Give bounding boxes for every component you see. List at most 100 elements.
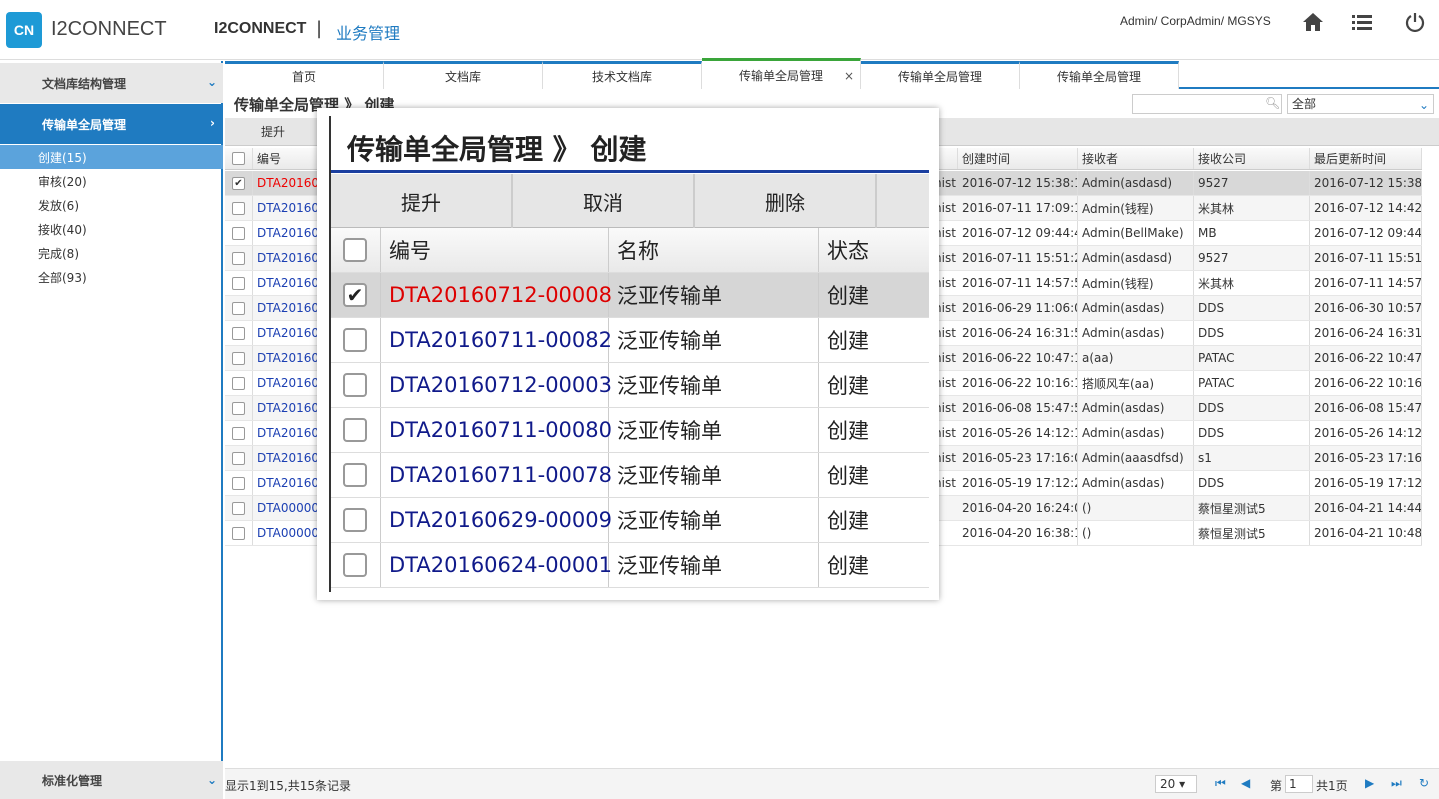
checkbox[interactable] xyxy=(343,508,367,532)
tab-doclib[interactable]: 文档库 xyxy=(384,61,543,89)
home-icon[interactable] xyxy=(1301,10,1325,34)
transfer-id-link[interactable]: DTA20160711-00082 xyxy=(381,318,612,362)
checkbox[interactable] xyxy=(232,401,245,415)
checkbox[interactable] xyxy=(343,238,367,262)
search-input[interactable] xyxy=(1132,94,1282,114)
column-header-company[interactable]: 接收公司 xyxy=(1194,148,1310,169)
sidebar-item-issue[interactable]: 发放(6) xyxy=(0,193,223,217)
brand-separator: | xyxy=(316,18,323,39)
checkbox[interactable] xyxy=(232,376,245,390)
page-number-input[interactable]: 1 xyxy=(1285,775,1313,793)
checkbox[interactable] xyxy=(232,501,245,515)
checkbox[interactable] xyxy=(232,251,245,265)
receiver: Admin(asdas) xyxy=(1078,421,1194,445)
status-filter-select[interactable]: 全部 ⌄ xyxy=(1287,94,1434,114)
checkbox[interactable] xyxy=(232,301,245,315)
sidebar-item-create[interactable]: 创建(15) xyxy=(0,145,223,169)
chevron-right-icon: › xyxy=(210,116,215,130)
sidebar-group-standard[interactable]: 标准化管理 ⌄ xyxy=(0,761,223,799)
updated-time: 2016-06-24 16:31:5 xyxy=(1310,321,1422,345)
first-page-icon[interactable]: ⏮ xyxy=(1215,776,1226,791)
transfer-name: 泛亚传输单 xyxy=(609,453,819,497)
checkbox[interactable] xyxy=(232,326,245,340)
transfer-id-link[interactable]: DTA20160712-00008 xyxy=(381,273,612,317)
chevron-down-icon: ⌄ xyxy=(1418,98,1429,112)
created-time: 2016-05-26 14:12:1 xyxy=(958,421,1078,445)
table-row[interactable]: DTA20160629-00009 泛亚传输单 创建 xyxy=(331,498,929,543)
column-header-status[interactable]: 状态 xyxy=(819,228,929,272)
module-title[interactable]: 业务管理 xyxy=(336,20,400,44)
sidebar-item-complete[interactable]: 完成(8) xyxy=(0,241,223,265)
checkbox[interactable] xyxy=(343,373,367,397)
table-row[interactable]: DTA20160711-00078 泛亚传输单 创建 xyxy=(331,453,929,498)
checkbox[interactable] xyxy=(343,328,367,352)
promote-button[interactable]: 提升 xyxy=(331,174,513,228)
prev-page-icon[interactable]: ◀ xyxy=(1241,776,1250,790)
table-row[interactable]: ✔ DTA20160712-00008 泛亚传输单 创建 xyxy=(331,273,929,318)
tab-transfer-2[interactable]: 传输单全局管理 xyxy=(861,61,1020,89)
delete-button[interactable]: 删除 xyxy=(695,174,877,228)
list-icon[interactable] xyxy=(1350,10,1374,34)
row-checkbox-cell xyxy=(331,363,381,407)
sidebar-group-doclib[interactable]: 文档库结构管理 ⌄ xyxy=(0,63,223,103)
checkbox[interactable] xyxy=(232,201,245,215)
sidebar-item-all[interactable]: 全部(93) xyxy=(0,265,223,289)
transfer-id-link[interactable]: DTA20160711-00080 xyxy=(381,408,612,452)
transfer-name: 泛亚传输单 xyxy=(609,363,819,407)
row-checkbox-cell xyxy=(225,371,253,395)
zoom-grid-header: 编号 名称 状态 xyxy=(331,228,929,273)
checkbox[interactable]: ✔ xyxy=(232,176,245,190)
receiver-company: 9527 xyxy=(1194,246,1310,270)
promote-button[interactable]: 提升 xyxy=(261,123,285,140)
checkbox[interactable] xyxy=(232,451,245,465)
row-checkbox-cell xyxy=(225,496,253,520)
checkbox[interactable] xyxy=(232,276,245,290)
column-header-id[interactable]: 编号 xyxy=(381,228,609,272)
checkbox[interactable]: ✔ xyxy=(343,283,367,307)
tab-home[interactable]: 首页 xyxy=(225,61,384,89)
receiver-company: DDS xyxy=(1194,296,1310,320)
column-header-created[interactable]: 创建时间 xyxy=(958,148,1078,169)
sidebar-group-label: 标准化管理 xyxy=(42,773,103,788)
power-icon[interactable] xyxy=(1403,10,1427,34)
row-checkbox-cell xyxy=(225,471,253,495)
checkbox[interactable] xyxy=(232,351,245,365)
checkbox[interactable] xyxy=(232,426,245,440)
search-icon[interactable]: 🔍︎ xyxy=(1265,96,1280,110)
row-checkbox-cell xyxy=(225,321,253,345)
sidebar-item-receive[interactable]: 接收(40) xyxy=(0,217,223,241)
checkbox[interactable] xyxy=(232,152,245,165)
last-page-icon[interactable]: ⏭ xyxy=(1391,776,1402,791)
column-header-updated[interactable]: 最后更新时间 xyxy=(1310,148,1422,169)
tab-transfer-active[interactable]: 传输单全局管理 × xyxy=(702,58,861,89)
sidebar-group-transfer[interactable]: 传输单全局管理 › xyxy=(0,104,223,144)
column-header-receiver[interactable]: 接收者 xyxy=(1078,148,1194,169)
checkbox[interactable] xyxy=(232,476,245,490)
column-header-name[interactable]: 名称 xyxy=(609,228,819,272)
table-row[interactable]: DTA20160711-00080 泛亚传输单 创建 xyxy=(331,408,929,453)
checkbox[interactable] xyxy=(232,226,245,240)
checkbox[interactable] xyxy=(343,418,367,442)
table-row[interactable]: DTA20160711-00082 泛亚传输单 创建 xyxy=(331,318,929,363)
transfer-id-link[interactable]: DTA20160629-00009 xyxy=(381,498,612,542)
checkbox[interactable] xyxy=(343,553,367,577)
tab-techdoc[interactable]: 技术文档库 xyxy=(543,61,702,89)
cancel-button[interactable]: 取消 xyxy=(513,174,695,228)
transfer-id-link[interactable]: DTA20160624-00001 xyxy=(381,543,612,587)
next-page-icon[interactable]: ▶ xyxy=(1365,776,1374,790)
close-icon[interactable]: × xyxy=(844,69,854,83)
transfer-id-link[interactable]: DTA20160711-00078 xyxy=(381,453,612,497)
page-size-select[interactable]: 20 ▾ xyxy=(1155,775,1197,793)
table-row[interactable]: DTA20160712-00003 泛亚传输单 创建 xyxy=(331,363,929,408)
table-row[interactable]: DTA20160624-00001 泛亚传输单 创建 xyxy=(331,543,929,588)
transfer-name: 泛亚传输单 xyxy=(609,408,819,452)
sidebar-item-review[interactable]: 审核(20) xyxy=(0,169,223,193)
checkbox[interactable] xyxy=(232,526,245,540)
receiver-company: 蔡恒星测试5 xyxy=(1194,521,1310,545)
row-checkbox-cell xyxy=(331,408,381,452)
transfer-id-link[interactable]: DTA20160712-00003 xyxy=(381,363,612,407)
tab-transfer-3[interactable]: 传输单全局管理 xyxy=(1020,61,1179,89)
tab-bar: 首页 文档库 技术文档库 传输单全局管理 × 传输单全局管理 传输单全局管理 xyxy=(225,57,1439,89)
checkbox[interactable] xyxy=(343,463,367,487)
refresh-icon[interactable]: ↻ xyxy=(1419,776,1429,790)
